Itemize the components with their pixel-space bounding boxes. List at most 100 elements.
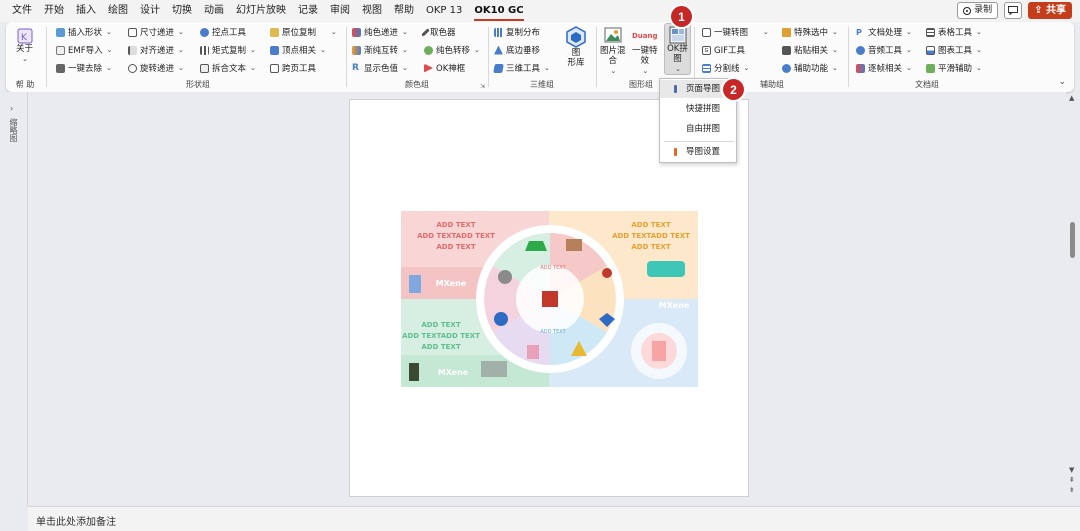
tab-draw[interactable]: 绘图 (102, 0, 134, 22)
paste-button[interactable]: 粘贴相关 ⌄ (782, 43, 838, 57)
paste-icon (782, 45, 791, 55)
thumbnail-pane-label: 缩略图 (9, 118, 18, 142)
collapse-ribbon-chevron-icon[interactable]: ⌄ (1058, 77, 1066, 87)
special-select-button[interactable]: 特殊选中 ⌄ (782, 25, 838, 39)
smooth-aux-button[interactable]: 平滑辅助 ⌄ (926, 61, 982, 75)
tab-design[interactable]: 设计 (134, 0, 166, 22)
gradient-swap-button[interactable]: 渐纯互转 ⌄ (352, 43, 408, 57)
solid-transfer-button[interactable]: 纯色转移 ⌄ (424, 43, 480, 57)
table-tool-button[interactable]: 表格工具 ⌄ (926, 25, 982, 39)
tab-help[interactable]: 帮助 (388, 0, 420, 22)
one-key-remove-label: 一键去除 (68, 64, 103, 74)
matrix-copy-button[interactable]: 矩式复制 ⌄ (200, 43, 256, 57)
chart-icon (926, 45, 935, 55)
scroll-down-icon[interactable]: ▼ (1069, 466, 1074, 474)
record-icon (963, 6, 972, 15)
slide-graphic[interactable]: ADD TEXT ADD TEXTADD TEXT ADD TEXT ADD T… (401, 211, 698, 387)
color-picker-button[interactable]: 取色器 (421, 25, 456, 39)
emf-import-button[interactable]: EMF导入 ⌄ (56, 43, 112, 57)
ok-frame-icon (424, 63, 433, 73)
chevron-down-icon: ⌄ (320, 46, 326, 54)
tab-slideshow[interactable]: 幻灯片放映 (230, 0, 292, 22)
solid-progress-button[interactable]: 纯色递进 ⌄ (352, 25, 408, 39)
shape-library-button[interactable]: 图 形库 (566, 26, 586, 68)
one-key-remove-button[interactable]: 一键去除 ⌄ (56, 61, 112, 75)
show-color-value-button[interactable]: R 显示色值 ⌄ (352, 61, 408, 75)
expand-pane-chevron-icon[interactable]: › (10, 104, 13, 113)
record-button[interactable]: 录制 (957, 2, 999, 19)
chevron-down-icon: ⌄ (178, 28, 184, 36)
size-progress-button[interactable]: 尺寸递进 ⌄ (128, 25, 184, 39)
notes-bar[interactable]: 单击此处添加备注 (28, 506, 1080, 531)
vertex-button[interactable]: 顶点相关 ⌄ (270, 43, 326, 57)
select-icon (782, 27, 791, 37)
scroll-thumb[interactable] (1070, 222, 1075, 258)
one-key-to-image-button[interactable]: 一键转图 ⌄ (702, 25, 769, 39)
insert-shape-label: 插入形状 (68, 28, 103, 38)
one-key-effect-button[interactable]: Duang 一键特 效 ⌄ (632, 26, 658, 76)
thumbnail-pane: › 缩略图 (0, 92, 28, 506)
tab-ok10gc[interactable]: OK10 GC (468, 0, 529, 22)
divider-line-button[interactable]: 分割线 ⌄ (702, 61, 749, 75)
share-button[interactable]: ⇪ 共享 (1028, 2, 1072, 19)
tab-insert[interactable]: 插入 (70, 0, 102, 22)
gif-icon: G (702, 45, 711, 55)
callout-2: 2 (723, 79, 744, 100)
tab-view[interactable]: 视图 (356, 0, 388, 22)
menu-item-map-settings[interactable]: 导图设置 (660, 143, 736, 161)
comment-button[interactable] (1004, 2, 1023, 19)
chart-tool-label: 图表工具 (938, 46, 973, 56)
doc-process-button[interactable]: P 文档处理 ⌄ (856, 25, 912, 39)
tab-home[interactable]: 开始 (38, 0, 70, 22)
dialog-launcher-icon[interactable]: ⇲ (480, 83, 485, 90)
color-group: 纯色递进 ⌄ 渐纯互转 ⌄ R 显示色值 ⌄ 取色器 纯色转移 ⌄ OK神框 颜色组 ⇲ (348, 22, 486, 92)
copy-distribute-button[interactable]: 复制分布 (494, 25, 540, 39)
in-place-copy-button[interactable]: 原位复制 ⌄ (270, 25, 337, 39)
ok-puzzle-button[interactable]: OK拼 图 ⌄ (664, 23, 691, 75)
menu-item-quick-puzzle[interactable]: 快捷拼图 (660, 100, 736, 118)
about-chevron-icon: ⌄ (22, 55, 28, 63)
shape-group-label: 形状组 (186, 80, 210, 89)
prev-slide-icon[interactable]: ⇞ (1069, 476, 1075, 484)
split-text-button[interactable]: 拆合文本 ⌄ (200, 61, 256, 75)
mxene-label-red: MXene (436, 279, 467, 288)
tab-okp13[interactable]: OKP 13 (420, 0, 468, 22)
ok-frame-button[interactable]: OK神框 (424, 61, 465, 75)
eraser-icon (56, 63, 65, 73)
orange-text-1: ADD TEXT (631, 221, 670, 229)
shape-lattice (566, 239, 582, 251)
tab-review[interactable]: 审阅 (324, 0, 356, 22)
gif-tool-button[interactable]: G GIF工具 (702, 43, 745, 57)
tab-file[interactable]: 文件 (6, 0, 38, 22)
color-picker-label: 取色器 (430, 28, 456, 38)
menu-item-free-puzzle-label: 自由拼图 (686, 124, 721, 134)
frame-by-frame-button[interactable]: 逐帧相关 ⌄ (856, 61, 912, 75)
rgb-icon: R (352, 62, 359, 73)
tab-record[interactable]: 记录 (292, 0, 324, 22)
insert-shape-button[interactable]: 插入形状 ⌄ (56, 25, 112, 39)
next-slide-icon[interactable]: ⇟ (1069, 486, 1075, 494)
rotate-progress-button[interactable]: 旋转递进 ⌄ (128, 61, 184, 75)
chart-tool-button[interactable]: 图表工具 ⌄ (926, 43, 982, 57)
chevron-down-icon: ⌄ (402, 64, 408, 72)
about-button[interactable]: K 关于 ⌄ (16, 28, 33, 64)
align-progress-button[interactable]: 对齐递进 ⌄ (128, 43, 184, 57)
audio-tool-button[interactable]: 音频工具 ⌄ (856, 43, 912, 57)
aux-function-button[interactable]: 辅助功能 ⌄ (782, 61, 838, 75)
divider (488, 27, 489, 87)
menu-item-quick-puzzle-label: 快捷拼图 (686, 104, 721, 114)
control-point-button[interactable]: 控点工具 (200, 25, 246, 39)
menu-item-free-puzzle[interactable]: 自由拼图 (660, 120, 736, 138)
scroll-up-icon[interactable]: ▲ (1069, 94, 1074, 102)
tab-animations[interactable]: 动画 (198, 0, 230, 22)
vertical-scrollbar[interactable]: ▲ ▼ ⇞ ⇟ (1066, 92, 1080, 506)
show-color-value-label: 显示色值 (364, 64, 399, 74)
tab-transitions[interactable]: 切换 (166, 0, 198, 22)
shape-library-label: 图 形库 (567, 48, 585, 68)
image-blend-button[interactable]: 图片混 合 ⌄ (600, 26, 626, 76)
threed-group: 复制分布 底边垂移 三维工具 ⌄ 图 形库 三维组 (490, 22, 594, 92)
bottom-shift-button[interactable]: 底边垂移 (494, 43, 540, 57)
chevron-down-icon: ⌄ (250, 64, 256, 72)
cross-page-button[interactable]: 跨页工具 (270, 61, 316, 75)
threed-tool-button[interactable]: 三维工具 ⌄ (493, 61, 550, 75)
